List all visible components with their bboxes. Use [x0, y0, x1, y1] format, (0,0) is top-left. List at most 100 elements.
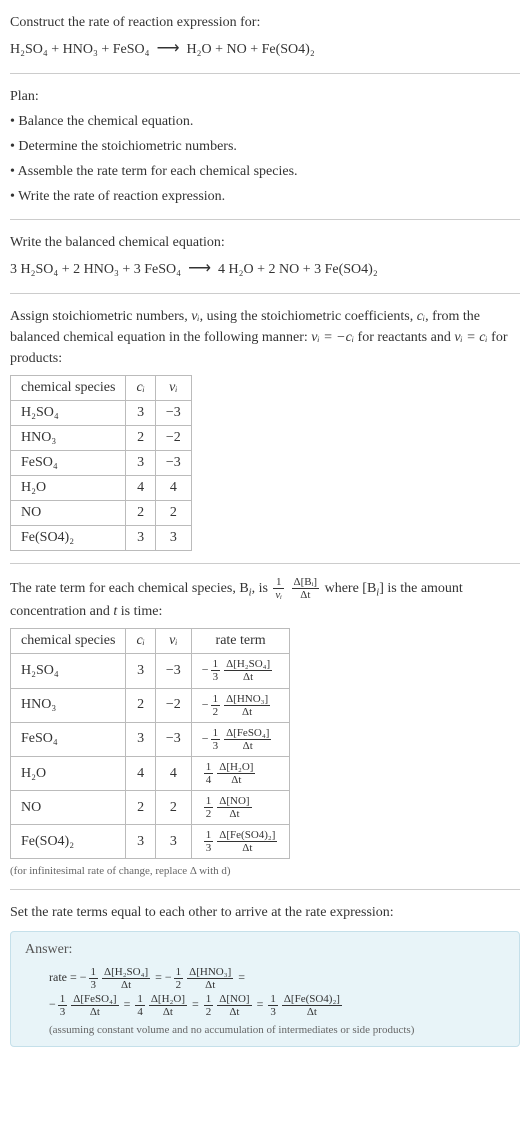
frac-den: 3	[89, 979, 99, 991]
frac-den: Δt	[217, 774, 255, 786]
fraction: 13	[58, 993, 68, 1018]
frac-den: 3	[58, 1006, 68, 1018]
fraction: 13	[211, 658, 221, 683]
sign: −	[165, 970, 172, 984]
cell-rate: 14Δ[H₂O]Δt	[191, 756, 290, 790]
fraction: Δ[NO]Δt	[217, 795, 251, 820]
frac-num: Δ[H₂SO₄]	[224, 658, 272, 671]
assign-part: Assign stoichiometric numbers,	[10, 309, 191, 324]
frac-num: Δ[HNO₃]	[187, 966, 233, 979]
fraction: Δ[HNO₃]Δt	[224, 693, 270, 718]
c-i: cᵢ	[417, 309, 425, 324]
fraction: 12	[211, 693, 221, 718]
footnote-rate: (for infinitesimal rate of change, repla…	[10, 865, 520, 877]
equals: =	[152, 970, 165, 984]
stoich-table: chemical species cᵢ νᵢ H₂SO₄3−3 HNO₃2−2 …	[10, 375, 192, 551]
frac-den: Δt	[224, 740, 271, 752]
sign: −	[202, 663, 209, 677]
fraction: 14	[135, 993, 145, 1018]
header-nui: νᵢ	[155, 376, 191, 401]
cell-rate: −13Δ[H₂SO₄]Δt	[191, 654, 290, 688]
fraction: 12	[204, 993, 214, 1018]
plan-item: • Determine the stoichiometric numbers.	[10, 136, 520, 157]
frac-num: Δ[NO]	[217, 993, 251, 1006]
cell-c: 3	[126, 451, 155, 476]
nu-i: νᵢ	[191, 309, 199, 324]
frac-den: 3	[268, 1006, 278, 1018]
cell-species: FeSO₄	[11, 722, 126, 756]
cell-species: H₂SO₄	[11, 401, 126, 426]
frac-num: 1	[204, 761, 214, 774]
frac-den: νᵢ	[273, 589, 284, 601]
cell-c: 3	[126, 526, 155, 551]
table-row: chemical species cᵢ νᵢ	[11, 376, 192, 401]
table-row: HNO₃ 2 −2 −12Δ[HNO₃]Δt	[11, 688, 290, 722]
divider	[10, 293, 520, 294]
header-species: chemical species	[11, 376, 126, 401]
cell-c: 3	[126, 722, 155, 756]
sign: −	[202, 697, 209, 711]
answer-equation: rate = −13Δ[H₂SO₄]Δt = −12Δ[HNO₃]Δt = −1…	[25, 964, 505, 1018]
rate-lead: rate =	[49, 970, 80, 984]
fraction: Δ[FeSO₄]Δt	[71, 993, 118, 1018]
header-nui: νᵢ	[155, 629, 191, 654]
cell-nu: −3	[155, 722, 191, 756]
table-row: HNO₃2−2	[11, 426, 192, 451]
frac-den: Δt	[292, 589, 320, 601]
cell-c: 2	[126, 688, 155, 722]
plan-title: Plan:	[10, 86, 520, 107]
divider	[10, 73, 520, 74]
cell-species: HNO₃	[11, 426, 126, 451]
assign-part: , using the stoichiometric coefficients,	[200, 309, 417, 324]
cell-species: HNO₃	[11, 688, 126, 722]
fraction: 14	[204, 761, 214, 786]
header-ci: cᵢ	[126, 629, 155, 654]
frac-den: Δt	[224, 706, 270, 718]
table-row: H₂SO₄ 3 −3 −13Δ[H₂SO₄]Δt	[11, 654, 290, 688]
rate-intro-part: , is	[252, 581, 272, 596]
cell-c: 2	[126, 426, 155, 451]
frac-num: Δ[Fe(SO4)₂]	[217, 829, 277, 842]
cell-c: 3	[126, 654, 155, 688]
frac-num: 1	[135, 993, 145, 1006]
frac-den: 3	[204, 842, 214, 854]
table-row: FeSO₄3−3	[11, 451, 192, 476]
plan-item-text: Balance the chemical equation.	[18, 114, 193, 129]
cell-species: NO	[11, 791, 126, 825]
fraction: 13	[268, 993, 278, 1018]
cell-species: H₂O	[11, 476, 126, 501]
equals: =	[254, 997, 267, 1011]
frac-den: 4	[204, 774, 214, 786]
frac-den: Δt	[282, 1006, 342, 1018]
rate-intro-part: The rate term for each chemical species,…	[10, 581, 249, 596]
cell-nu: 3	[155, 825, 191, 859]
frac-den: Δt	[217, 842, 277, 854]
cell-species: NO	[11, 501, 126, 526]
cell-rate: −12Δ[HNO₃]Δt	[191, 688, 290, 722]
fraction: 12	[174, 966, 184, 991]
cell-nu: 2	[155, 501, 191, 526]
fraction: Δ[FeSO₄]Δt	[224, 727, 271, 752]
arrow-icon: ⟶	[188, 260, 211, 277]
fraction: 1νᵢ	[273, 576, 284, 601]
fraction: 12	[204, 795, 214, 820]
table-row: NO22	[11, 501, 192, 526]
rate-intro: The rate term for each chemical species,…	[10, 576, 520, 622]
fraction: Δ[Bᵢ]Δt	[292, 576, 320, 601]
unbalanced-lhs: H₂SO₄ + HNO₃ + FeSO₄	[10, 42, 150, 57]
frac-num: Δ[HNO₃]	[224, 693, 270, 706]
plan-item-text: Determine the stoichiometric numbers.	[18, 139, 237, 154]
cell-rate: −13Δ[FeSO₄]Δt	[191, 722, 290, 756]
frac-den: Δt	[149, 1006, 187, 1018]
frac-num: Δ[Bᵢ]	[292, 576, 320, 589]
frac-den: 2	[174, 979, 184, 991]
table-row: Fe(SO4)₂33	[11, 526, 192, 551]
balanced-equation: 3 H₂SO₄ + 2 HNO₃ + 3 FeSO₄ ⟶ 4 H₂O + 2 N…	[10, 257, 520, 281]
table-row: Fe(SO4)₂ 3 3 13Δ[Fe(SO4)₂]Δt	[11, 825, 290, 859]
cell-c: 3	[126, 401, 155, 426]
frac-den: 2	[204, 1006, 214, 1018]
frac-den: Δt	[187, 979, 233, 991]
plan-item-text: Assemble the rate term for each chemical…	[18, 164, 298, 179]
frac-num: Δ[H₂O]	[149, 993, 187, 1006]
cell-c: 4	[126, 756, 155, 790]
